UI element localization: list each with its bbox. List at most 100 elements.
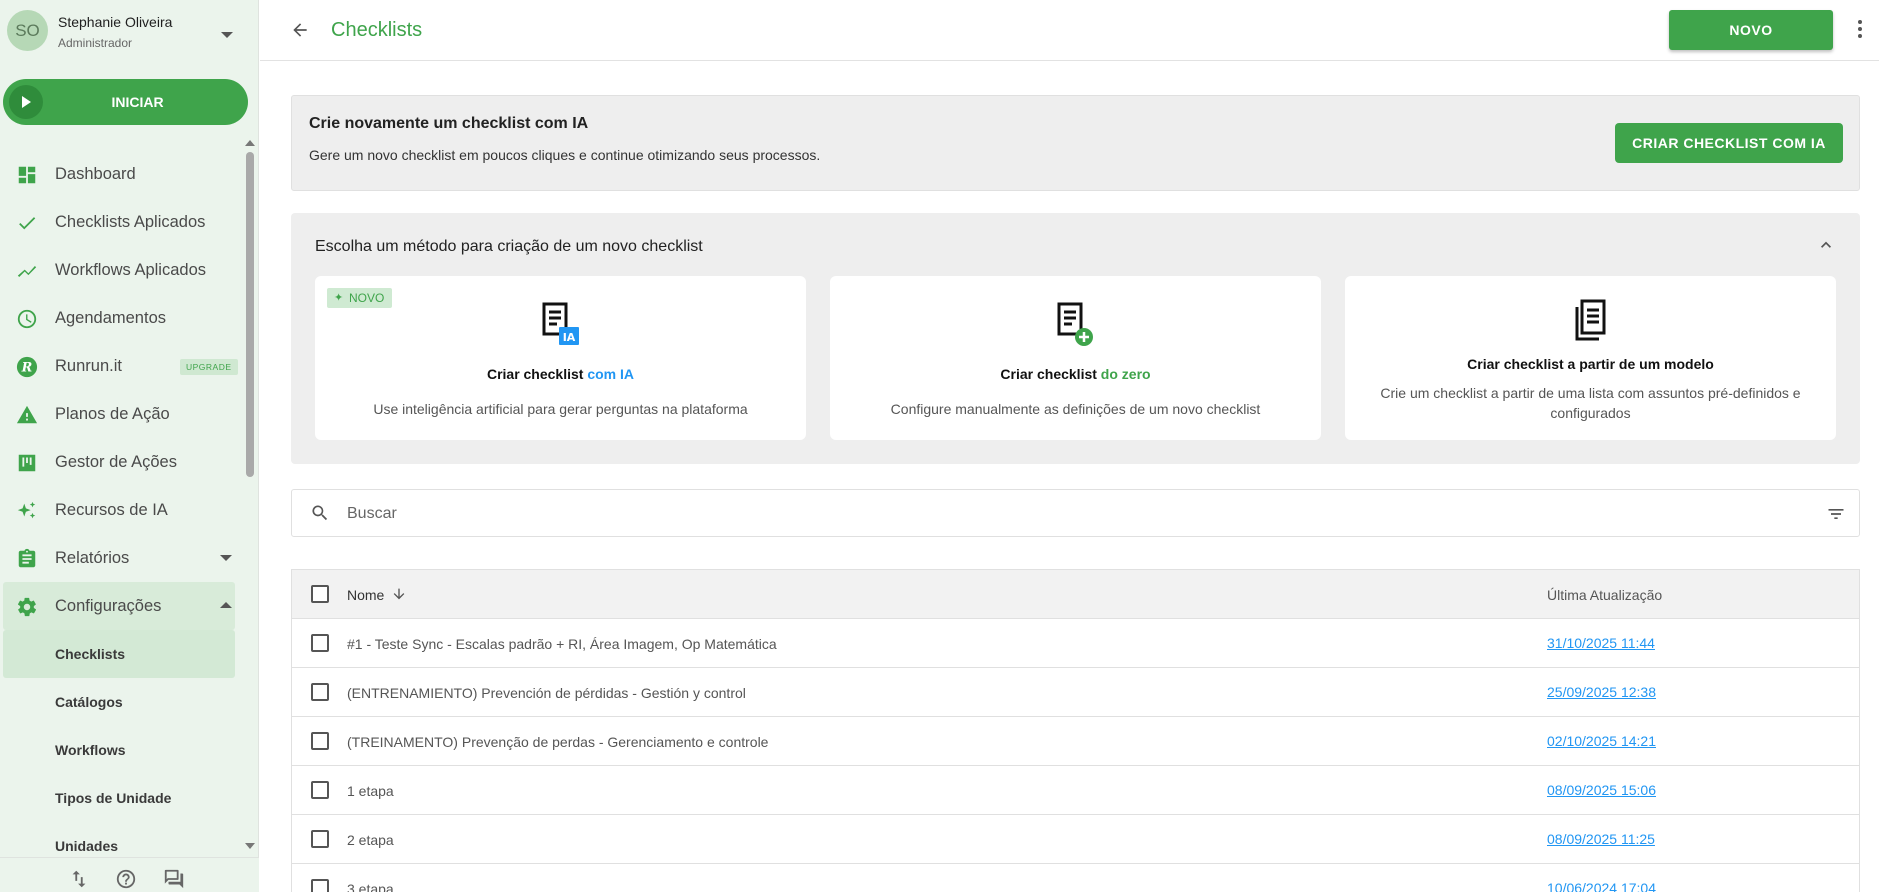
row-name[interactable]: 2 etapa xyxy=(347,832,394,848)
method-card-template[interactable]: Criar checklist a partir de um modelo Cr… xyxy=(1345,276,1836,440)
sidebar-item-checklists-aplicados[interactable]: Checklists Aplicados xyxy=(0,198,240,246)
sidebar-subitem-workflows[interactable]: Workflows xyxy=(0,726,240,774)
trending-icon xyxy=(17,265,37,277)
check-icon xyxy=(19,217,36,230)
user-menu[interactable]: SO Stephanie Oliveira Administrador xyxy=(0,0,259,60)
chevron-down-icon xyxy=(220,555,232,561)
row-checkbox[interactable] xyxy=(311,830,329,848)
row-name[interactable]: 1 etapa xyxy=(347,783,394,799)
sidebar-subitem-label: Unidades xyxy=(55,838,119,854)
start-button-label: INICIAR xyxy=(111,94,164,110)
method-card-description: Use inteligência artificial para gerar p… xyxy=(373,401,748,417)
document-add-icon xyxy=(1057,302,1093,346)
upgrade-badge[interactable]: UPGRADE xyxy=(180,359,238,375)
avatar: SO xyxy=(7,10,48,51)
clock-icon xyxy=(17,309,37,329)
methods-title: Escolha um método para criação de um nov… xyxy=(315,238,703,255)
sidebar-footer xyxy=(0,857,259,892)
row-updated-link[interactable]: 08/09/2025 11:25 xyxy=(1547,831,1655,847)
sidebar-subitem-catalogos[interactable]: Catálogos xyxy=(0,678,240,726)
method-card-description: Crie um checklist a partir de uma lista … xyxy=(1380,385,1801,421)
arrow-down-icon[interactable] xyxy=(391,585,407,603)
table-header: Nome Última Atualização xyxy=(292,570,1859,619)
clipboard-icon xyxy=(18,548,36,568)
sidebar-subitem-tipos-de-unidade[interactable]: Tipos de Unidade xyxy=(0,774,240,822)
method-card-title: Criar checklist com IA xyxy=(486,366,635,382)
banner-title: Crie novamente um checklist com IA xyxy=(309,115,589,132)
chevron-down-icon[interactable] xyxy=(221,32,233,38)
sidebar-item-workflows-aplicados[interactable]: Workflows Aplicados xyxy=(0,246,240,294)
select-all-checkbox[interactable] xyxy=(311,585,329,603)
sidebar-subitem-checklists[interactable]: Checklists xyxy=(3,630,235,678)
sidebar-item-recursos-de-ia[interactable]: Recursos de IA xyxy=(0,486,240,534)
row-checkbox[interactable] xyxy=(311,634,329,652)
sidebar-subitem-label: Catálogos xyxy=(55,694,123,710)
sidebar-item-gestor-de-acoes[interactable]: Gestor de Ações xyxy=(0,438,240,486)
row-checkbox[interactable] xyxy=(311,683,329,701)
column-header-name[interactable]: Nome xyxy=(347,587,384,603)
document-ai-icon: IA xyxy=(542,302,579,345)
row-updated-link[interactable]: 08/09/2025 15:06 xyxy=(1547,782,1656,798)
row-name[interactable]: 3 etapa xyxy=(347,881,394,892)
sparkle-icon xyxy=(17,501,36,519)
scroll-down-arrow-icon[interactable] xyxy=(245,843,255,849)
sidebar-scroll-thumb[interactable] xyxy=(246,152,254,477)
filter-icon[interactable] xyxy=(1826,504,1846,524)
sidebar-item-label: Configurações xyxy=(55,596,162,615)
row-name[interactable]: #1 - Teste Sync - Escalas padrão + RI, Á… xyxy=(347,636,777,652)
create-with-ai-button[interactable]: CRIAR CHECKLIST COM IA xyxy=(1615,123,1843,163)
start-button[interactable]: INICIAR xyxy=(3,79,248,125)
sidebar-item-dashboard[interactable]: Dashboard xyxy=(0,150,240,198)
chat-icon[interactable] xyxy=(163,868,185,890)
svg-text:IA: IA xyxy=(563,331,576,344)
scroll-up-arrow-icon[interactable] xyxy=(245,140,255,146)
dashboard-icon xyxy=(18,166,36,184)
warning-icon xyxy=(16,405,38,424)
row-checkbox[interactable] xyxy=(311,879,329,892)
table-row[interactable]: 3 etapa 10/06/2024 17:04 xyxy=(292,864,1859,892)
row-updated-link[interactable]: 02/10/2025 14:21 xyxy=(1547,733,1656,749)
row-updated-link[interactable]: 31/10/2025 11:44 xyxy=(1547,635,1655,651)
svg-text:R: R xyxy=(21,361,33,376)
sidebar-subitem-label: Tipos de Unidade xyxy=(55,790,172,806)
table-row[interactable]: 1 etapa 08/09/2025 15:06 xyxy=(292,766,1859,815)
gear-icon xyxy=(17,597,37,617)
table-row[interactable]: 2 etapa 08/09/2025 11:25 xyxy=(292,815,1859,864)
method-card-ai[interactable]: ✦ NOVO IA Criar checklist com IA Use int… xyxy=(315,276,806,440)
search-bar xyxy=(291,489,1860,537)
sidebar-item-agendamentos[interactable]: Agendamentos xyxy=(0,294,240,342)
more-vert-icon[interactable] xyxy=(1857,20,1863,40)
row-name[interactable]: (TREINAMENTO) Prevenção de perdas - Gere… xyxy=(347,734,768,750)
sidebar-item-relatorios[interactable]: Relatórios xyxy=(0,534,240,582)
chevron-up-icon[interactable] xyxy=(1816,235,1836,255)
sidebar: SO Stephanie Oliveira Administrador INIC… xyxy=(0,0,259,892)
search-input[interactable] xyxy=(347,502,1747,526)
runrunit-icon: R xyxy=(16,356,38,378)
new-tag-label: NOVO xyxy=(349,291,385,305)
ai-banner: Crie novamente um checklist com IA Gere … xyxy=(291,95,1860,191)
table-row[interactable]: (TREINAMENTO) Prevenção de perdas - Gere… xyxy=(292,717,1859,766)
sidebar-item-configuracoes[interactable]: Configurações xyxy=(3,582,235,630)
method-card-scratch[interactable]: Criar checklist do zero Configure manual… xyxy=(830,276,1321,440)
table-row[interactable]: (ENTRENAMIENTO) Prevención de pérdidas -… xyxy=(292,668,1859,717)
search-icon xyxy=(312,505,328,521)
swap-vertical-icon[interactable] xyxy=(68,868,90,890)
sidebar-subitem-label: Workflows xyxy=(55,742,126,758)
app-root: SO Stephanie Oliveira Administrador INIC… xyxy=(0,0,1879,892)
table-row[interactable]: #1 - Teste Sync - Escalas padrão + RI, Á… xyxy=(292,619,1859,668)
help-icon[interactable] xyxy=(115,868,137,890)
sidebar-item-runrunit[interactable]: R Runrun.it UPGRADE xyxy=(0,342,240,390)
sidebar-item-planos-de-acao[interactable]: Planos de Ação xyxy=(0,390,240,438)
row-name[interactable]: (ENTRENAMIENTO) Prevención de pérdidas -… xyxy=(347,685,746,701)
row-updated-link[interactable]: 25/09/2025 12:38 xyxy=(1547,684,1656,700)
sidebar-item-label: Relatórios xyxy=(55,548,130,567)
creation-methods-panel: Escolha um método para criação de um nov… xyxy=(291,213,1860,464)
row-checkbox[interactable] xyxy=(311,732,329,750)
method-card-description: Configure manualmente as definições de u… xyxy=(890,401,1261,417)
arrow-back-icon[interactable] xyxy=(290,20,310,40)
row-checkbox[interactable] xyxy=(311,781,329,799)
column-header-updated[interactable]: Última Atualização xyxy=(1547,587,1662,603)
sidebar-item-label: Workflows Aplicados xyxy=(55,260,207,279)
row-updated-link[interactable]: 10/06/2024 17:04 xyxy=(1547,880,1656,892)
new-checklist-button[interactable]: NOVO xyxy=(1669,10,1833,50)
